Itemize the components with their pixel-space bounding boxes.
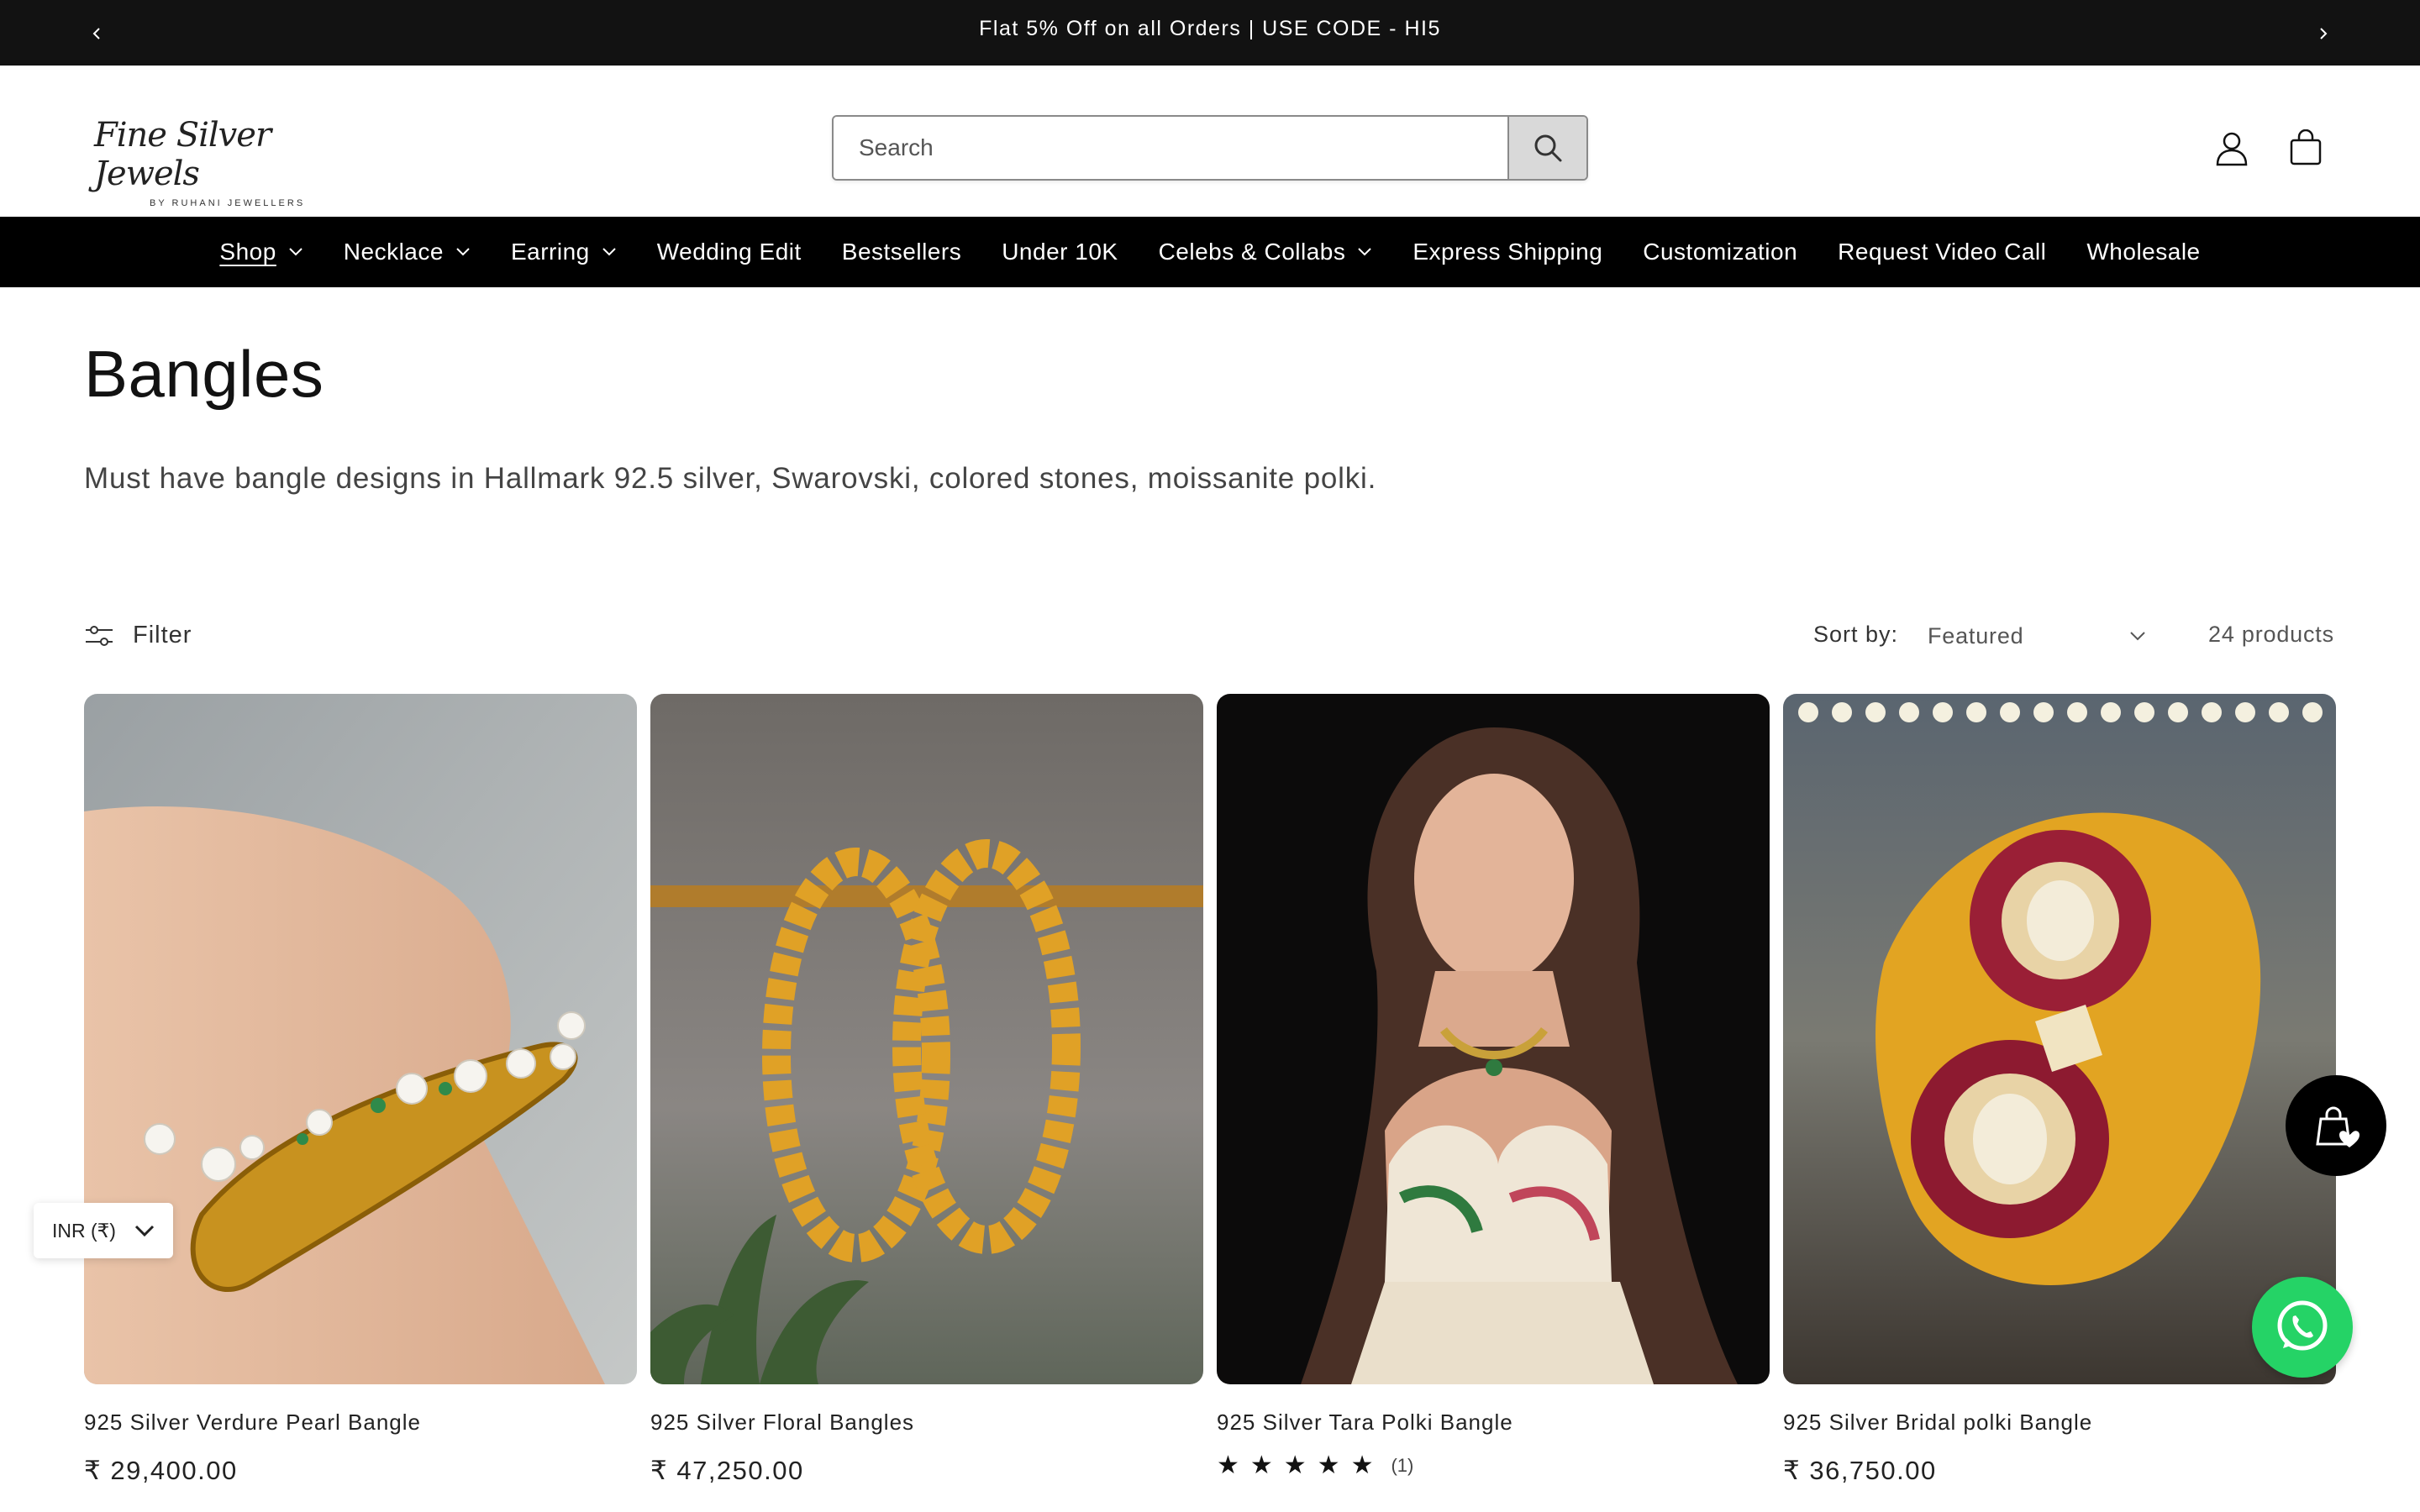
- nav-item-shop[interactable]: Shop: [199, 217, 323, 287]
- filter-sliders-icon: [86, 625, 113, 646]
- announcement-next-button[interactable]: [2311, 18, 2336, 49]
- main-navigation: Shop Necklace Earring Wedding Edit Bestselle…: [0, 217, 2420, 287]
- wishlist-button[interactable]: [2286, 1075, 2386, 1176]
- nav-item-label: Customization: [1643, 239, 1798, 265]
- sort-select[interactable]: Featured: [1928, 615, 2154, 657]
- nav-item-wedding-edit[interactable]: Wedding Edit: [637, 217, 822, 287]
- nav-item-label: Wholesale: [2086, 239, 2201, 265]
- review-count: (1): [1391, 1454, 1414, 1476]
- product-name[interactable]: 925 Silver Floral Bangles: [650, 1410, 1203, 1436]
- page-title: Bangles: [84, 337, 324, 411]
- nav-item-customization[interactable]: Customization: [1623, 217, 1818, 287]
- search-button[interactable]: [1507, 117, 1586, 179]
- product-name[interactable]: 925 Silver Tara Polki Bangle: [1217, 1410, 1770, 1436]
- site-header: Fine Silver Jewels BY RUHANI JEWELLERS: [0, 66, 2420, 217]
- nav-item-label: Wedding Edit: [656, 239, 802, 265]
- search-input[interactable]: [834, 117, 1507, 179]
- filter-label: Filter: [133, 622, 192, 648]
- site-logo[interactable]: Fine Silver Jewels BY RUHANI JEWELLERS: [94, 116, 346, 208]
- nav-item-celebs-collabs[interactable]: Celebs & Collabs: [1139, 217, 1393, 287]
- nav-item-label: Express Shipping: [1413, 239, 1603, 265]
- product-name[interactable]: 925 Silver Verdure Pearl Bangle: [84, 1410, 637, 1436]
- whatsapp-icon: [2277, 1300, 2328, 1351]
- sort-label: Sort by:: [1813, 622, 1899, 647]
- nav-item-label: Shop: [219, 239, 276, 265]
- nav-item-necklace[interactable]: Necklace: [324, 217, 491, 287]
- chevron-down-icon: [602, 248, 616, 256]
- nav-item-label: Celebs & Collabs: [1158, 239, 1346, 265]
- currency-value: INR (₹): [52, 1219, 116, 1242]
- nav-item-label: Bestsellers: [841, 239, 962, 265]
- filter-button[interactable]: Filter: [84, 622, 192, 649]
- bag-icon: [2290, 129, 2322, 165]
- chevron-down-icon: [2130, 632, 2145, 641]
- product-image[interactable]: [650, 694, 1203, 1384]
- product-price: ₹ 36,750.00: [1783, 1456, 1937, 1485]
- logo-tagline: BY RUHANI JEWELLERS: [150, 198, 306, 208]
- nav-item-wholesale[interactable]: Wholesale: [2066, 217, 2220, 287]
- account-button[interactable]: [2208, 124, 2255, 171]
- product-card[interactable]: 925 Silver Tara Polki Bangle ★★★★★ (1): [1217, 694, 1770, 1480]
- announcement-bar: Flat 5% Off on all Orders | USE CODE - H…: [0, 0, 2420, 66]
- nav-item-request-video-call[interactable]: Request Video Call: [1818, 217, 2066, 287]
- nav-item-under-10k[interactable]: Under 10K: [981, 217, 1138, 287]
- product-rating: ★★★★★ (1): [1217, 1451, 1770, 1480]
- nav-item-express-shipping[interactable]: Express Shipping: [1392, 217, 1623, 287]
- product-price: ₹ 29,400.00: [84, 1456, 238, 1485]
- nav-item-earring[interactable]: Earring: [491, 217, 637, 287]
- whatsapp-button[interactable]: [2252, 1277, 2353, 1378]
- logo-wordmark: Fine Silver Jewels: [94, 116, 271, 193]
- nav-item-bestsellers[interactable]: Bestsellers: [822, 217, 981, 287]
- product-image[interactable]: [1783, 694, 2336, 1384]
- chevron-down-icon: [1358, 248, 1372, 256]
- wishlist-bag-icon: [2316, 1106, 2360, 1147]
- nav-item-label: Earring: [510, 239, 590, 265]
- nav-item-label: Request Video Call: [1838, 239, 2047, 265]
- search-icon: [1534, 134, 1562, 162]
- rating-stars: ★★★★★: [1217, 1452, 1385, 1479]
- nav-item-label: Necklace: [343, 239, 444, 265]
- search-bar: [832, 115, 1588, 181]
- product-card[interactable]: 925 Silver Floral Bangles ₹ 47,250.00: [650, 694, 1203, 1486]
- nav-item-label: Under 10K: [1002, 239, 1118, 265]
- product-image[interactable]: [84, 694, 637, 1384]
- chevron-down-icon: [289, 248, 302, 256]
- chevron-down-icon: [456, 248, 470, 256]
- collection-description: Must have bangle designs in Hallmark 92.…: [84, 462, 1377, 495]
- product-card[interactable]: 925 Silver Bridal polki Bangle ₹ 36,750.…: [1783, 694, 2336, 1486]
- product-price: ₹ 47,250.00: [650, 1456, 804, 1485]
- announcement-message: Flat 5% Off on all Orders | USE CODE - H…: [979, 17, 1441, 40]
- sort-value: Featured: [1928, 622, 2024, 648]
- user-icon: [2216, 132, 2248, 166]
- product-count: 24 products: [2208, 622, 2334, 647]
- cart-button[interactable]: [2282, 124, 2329, 171]
- chevron-down-icon: [134, 1225, 155, 1236]
- product-card[interactable]: 925 Silver Verdure Pearl Bangle ₹ 29,400…: [84, 694, 637, 1486]
- currency-selector[interactable]: INR (₹): [34, 1203, 173, 1258]
- product-image[interactable]: [1217, 694, 1770, 1384]
- product-name[interactable]: 925 Silver Bridal polki Bangle: [1783, 1410, 2336, 1436]
- chevron-right-icon: [2320, 28, 2328, 39]
